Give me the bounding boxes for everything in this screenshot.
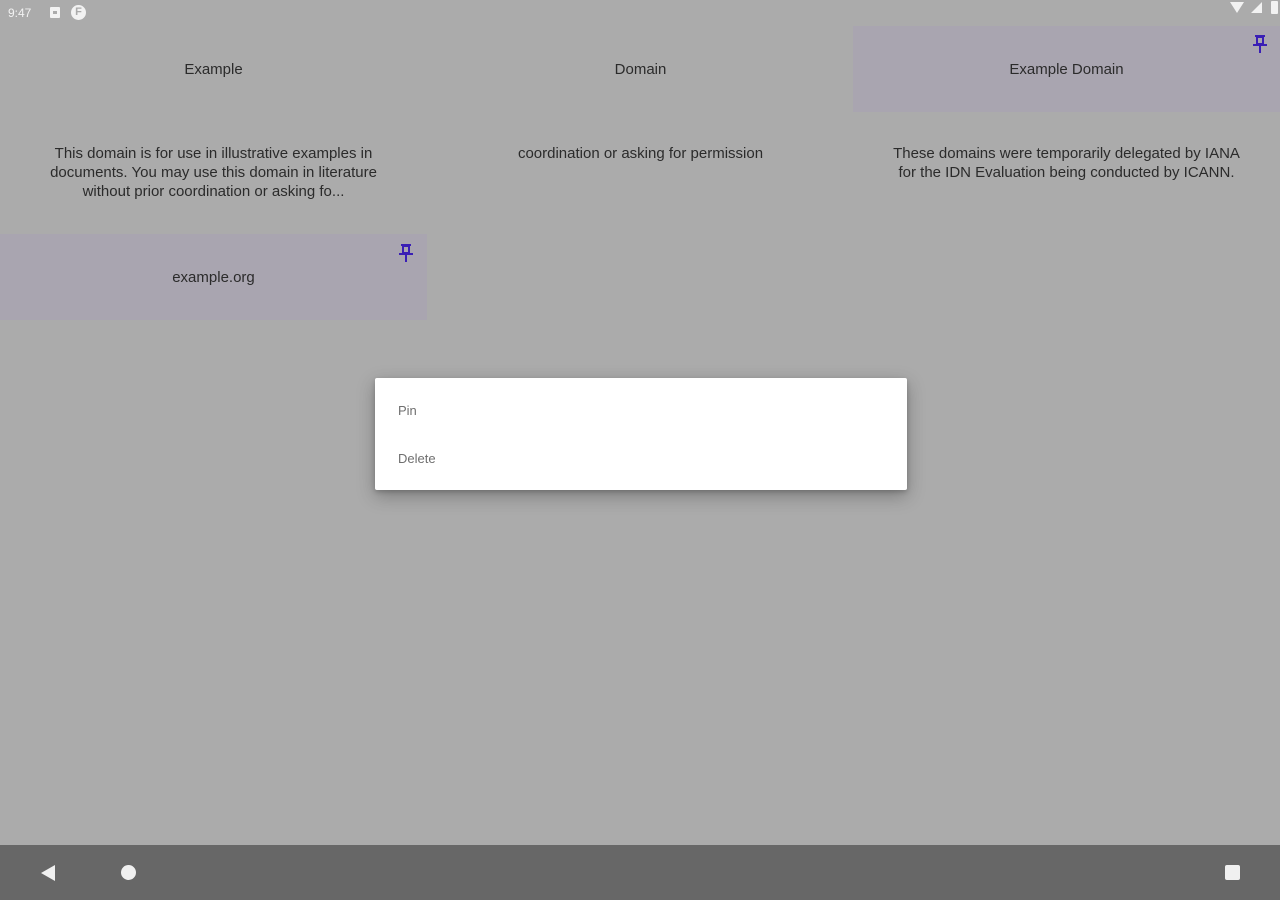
pin-icon [1253,35,1267,53]
note-card[interactable]: coordination or asking for permission [427,134,854,214]
note-card[interactable]: Domain [427,26,854,112]
home-icon[interactable] [121,865,136,880]
navigation-bar [0,845,1280,900]
note-card-text: coordination or asking for permission [517,145,764,162]
context-menu: Pin Delete [375,378,907,490]
note-card-text: Example [184,60,243,78]
note-card-text: These domains were temporarily delegated… [893,145,1240,181]
pin-icon [399,244,413,262]
menu-item-delete[interactable]: Delete [375,434,907,482]
document-icon [50,7,60,18]
back-icon[interactable] [41,865,55,881]
menu-item-pin[interactable]: Pin [375,386,907,434]
wifi-icon [1230,2,1244,13]
note-card[interactable]: These domains were temporarily delegated… [853,134,1280,214]
note-card-text: Domain [614,60,667,78]
note-card[interactable]: Example [0,26,427,112]
note-card[interactable]: This domain is for use in illustrative e… [0,134,427,214]
status-time: 9:47 [8,6,32,20]
battery-icon [1271,1,1278,14]
note-card-text: This domain is for use in illustrative e… [50,145,377,200]
recents-icon[interactable] [1225,865,1240,880]
signal-icon [1251,2,1262,13]
f-app-icon: F [71,5,86,20]
note-card-text: example.org [172,268,255,286]
note-card-pinned[interactable]: Example Domain [853,26,1280,112]
note-card-pinned[interactable]: example.org [0,234,427,320]
status-bar: 9:47 F [0,0,1280,26]
note-card-text: Example Domain [1009,60,1124,78]
